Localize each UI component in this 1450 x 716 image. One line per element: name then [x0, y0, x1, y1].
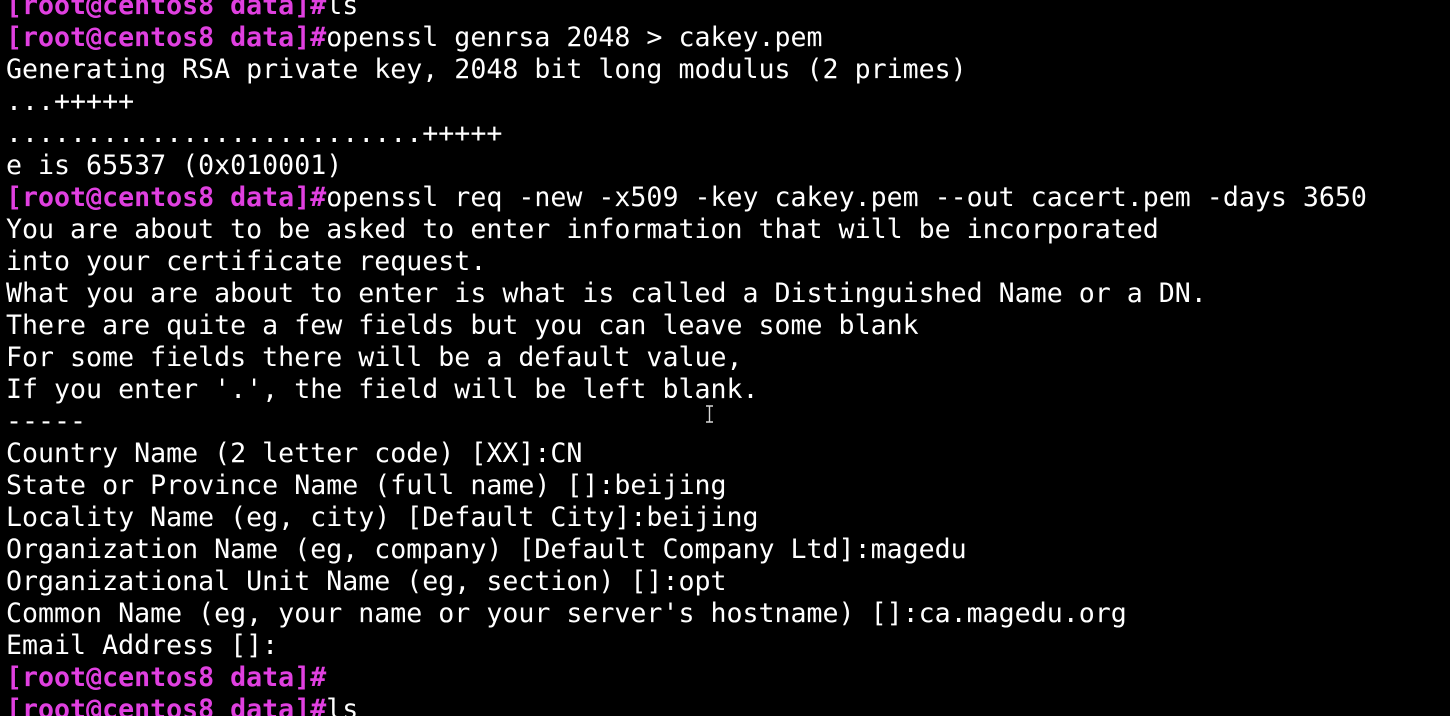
prompt-line: [root@centos8 data]#	[6, 662, 1450, 694]
output-line: There are quite a few fields but you can…	[6, 310, 1450, 342]
prompt-line: [root@centos8 data]#ls	[6, 694, 1450, 716]
output-line: ...+++++	[6, 86, 1450, 118]
output-line: -----	[6, 406, 1450, 438]
output-text: What you are about to enter is what is c…	[6, 278, 1207, 309]
output-line: e is 65537 (0x010001)	[6, 150, 1450, 182]
command-text: ls	[326, 0, 359, 21]
output-text: -----	[6, 406, 87, 437]
output-text: There are quite a few fields but you can…	[6, 310, 919, 341]
output-line: Organizational Unit Name (eg, section) […	[6, 566, 1450, 598]
prompt-line: [root@centos8 data]#openssl genrsa 2048 …	[6, 22, 1450, 54]
output-text: You are about to be asked to enter infor…	[6, 214, 1159, 245]
output-line: What you are about to enter is what is c…	[6, 278, 1450, 310]
output-line: Locality Name (eg, city) [Default City]:…	[6, 502, 1450, 534]
shell-prompt: [root@centos8 data]#	[6, 22, 327, 53]
output-line: Email Address []:	[6, 630, 1450, 662]
shell-prompt: [root@centos8 data]#	[6, 182, 327, 213]
output-line: Country Name (2 letter code) [XX]:CN	[6, 438, 1450, 470]
output-text: ..........................+++++	[6, 118, 503, 149]
output-text: State or Province Name (full name) []:be…	[6, 470, 727, 501]
output-text: Organization Name (eg, company) [Default…	[6, 534, 967, 565]
output-text: Locality Name (eg, city) [Default City]:…	[6, 502, 759, 533]
output-line: Organization Name (eg, company) [Default…	[6, 534, 1450, 566]
text-ibeam-cursor-icon	[706, 405, 713, 423]
shell-prompt: [root@centos8 data]#	[6, 0, 327, 21]
shell-prompt: [root@centos8 data]#	[6, 694, 327, 716]
output-line: Common Name (eg, your name or your serve…	[6, 598, 1450, 630]
output-line: If you enter '.', the field will be left…	[6, 374, 1450, 406]
command-text: openssl req -new -x509 -key cakey.pem --…	[326, 182, 1367, 213]
output-text: ...+++++	[6, 86, 135, 117]
output-text: e is 65537 (0x010001)	[6, 150, 343, 181]
output-line: Generating RSA private key, 2048 bit lon…	[6, 54, 1450, 86]
output-text: For some fields there will be a default …	[6, 342, 743, 373]
output-text: Organizational Unit Name (eg, section) […	[6, 566, 727, 597]
command-text: ls	[326, 694, 359, 716]
command-text: openssl genrsa 2048 > cakey.pem	[326, 22, 823, 53]
output-text: Country Name (2 letter code) [XX]:CN	[6, 438, 583, 469]
prompt-line: [root@centos8 data]#openssl req -new -x5…	[6, 182, 1450, 214]
output-line: State or Province Name (full name) []:be…	[6, 470, 1450, 502]
output-text: into your certificate request.	[6, 246, 487, 277]
output-text: Common Name (eg, your name or your serve…	[6, 598, 1127, 629]
output-line: For some fields there will be a default …	[6, 342, 1450, 374]
terminal-window[interactable]: [root@centos8 data]#ls [root@centos8 data…	[0, 0, 1450, 716]
output-line: into your certificate request.	[6, 246, 1450, 278]
output-text: Email Address []:	[6, 630, 279, 661]
terminal-output[interactable]: [root@centos8 data]#ls [root@centos8 data…	[6, 0, 1450, 716]
output-text: If you enter '.', the field will be left…	[6, 374, 759, 405]
output-line: You are about to be asked to enter infor…	[6, 214, 1450, 246]
output-text: Generating RSA private key, 2048 bit lon…	[6, 54, 967, 85]
shell-prompt: [root@centos8 data]#	[6, 662, 327, 693]
output-line: ..........................+++++	[6, 118, 1450, 150]
prompt-line: [root@centos8 data]#ls	[6, 0, 1450, 22]
